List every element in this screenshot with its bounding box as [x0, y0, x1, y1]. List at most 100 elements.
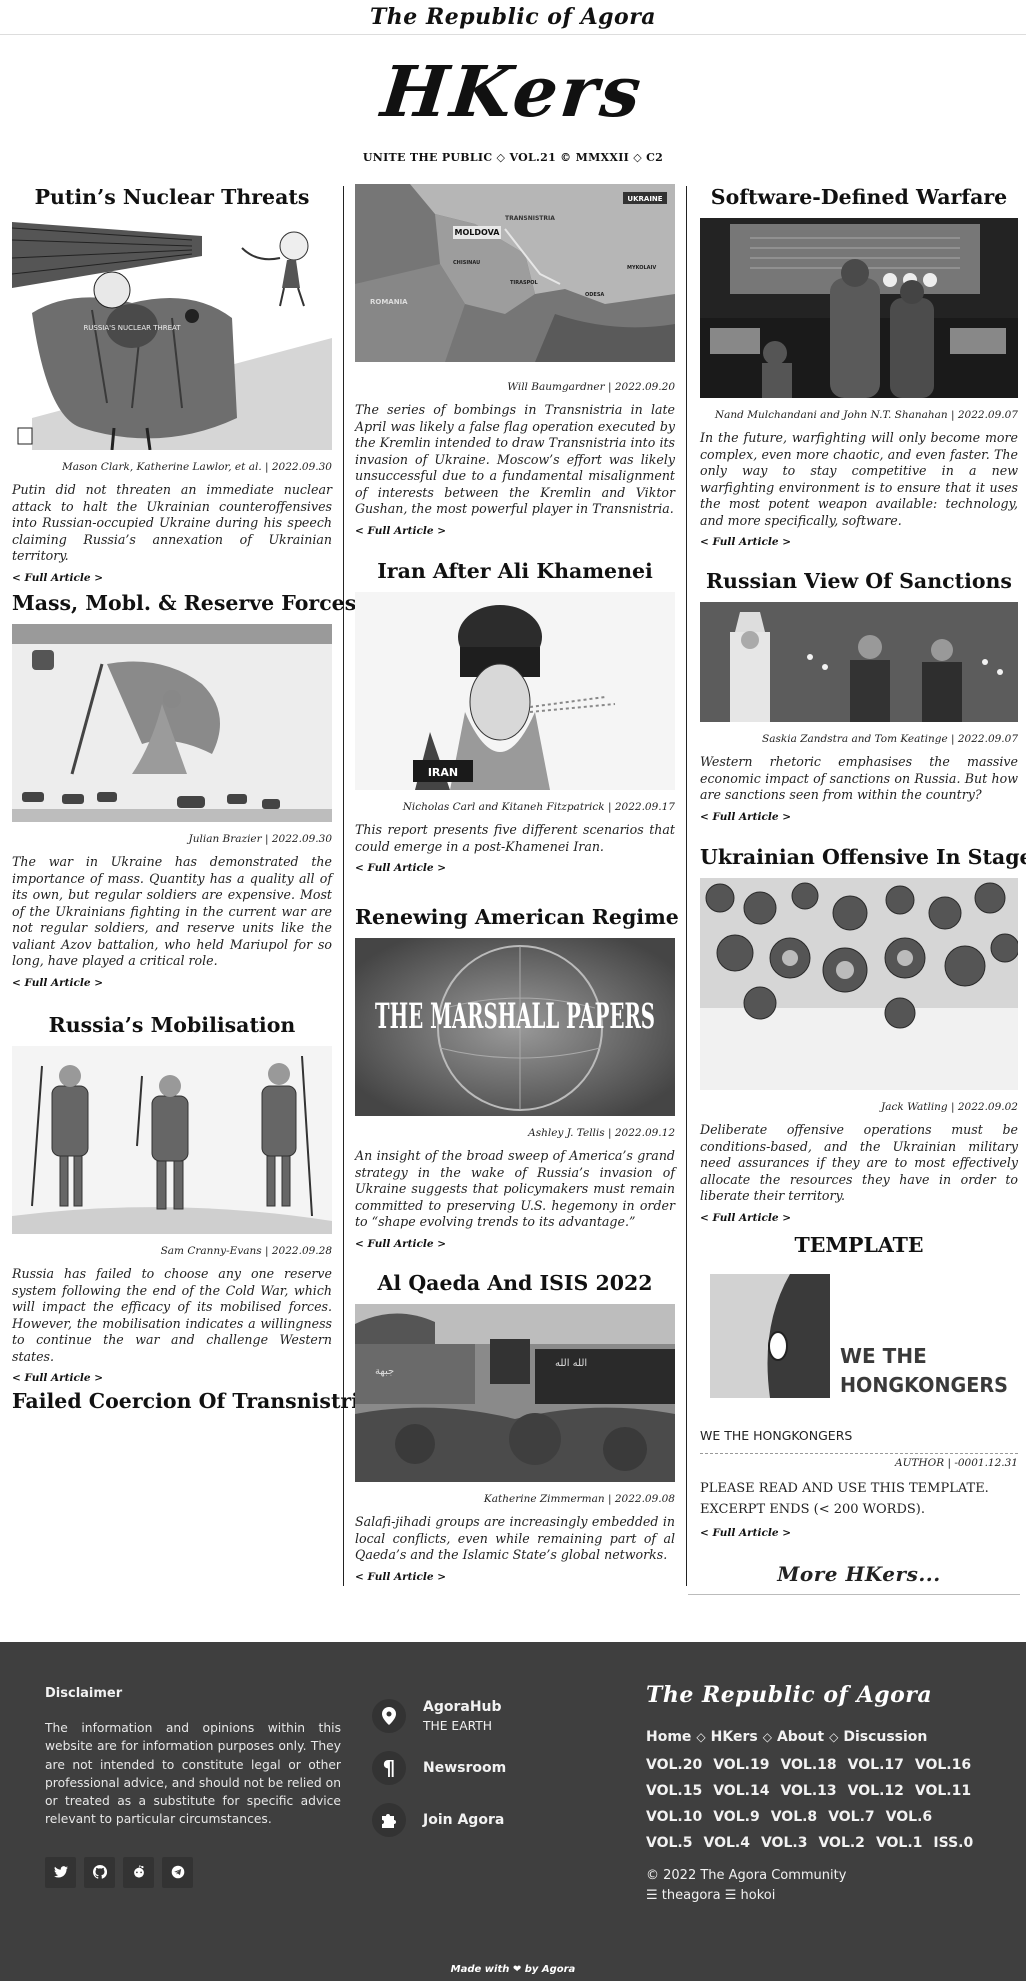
volume-link[interactable]: VOL.8: [771, 1804, 817, 1830]
github-icon[interactable]: [84, 1856, 115, 1888]
volume-link[interactable]: VOL.6: [886, 1804, 932, 1830]
full-article-link[interactable]: < Full Article >: [700, 1526, 1018, 1540]
volume-link[interactable]: VOL.20: [646, 1752, 702, 1778]
telegram-icon[interactable]: [162, 1856, 193, 1888]
social-handles[interactable]: ☰ theagora ☰ hokoi: [646, 1886, 991, 1906]
full-article-link[interactable]: < Full Article >: [700, 535, 1018, 549]
article-title[interactable]: Mass, Mobl. & Reserve Forces: [12, 590, 356, 616]
volume-link[interactable]: VOL.4: [703, 1830, 749, 1856]
volume-link[interactable]: VOL.15: [646, 1778, 702, 1804]
article-title[interactable]: Al Qaeda And ISIS 2022: [355, 1270, 675, 1296]
article-image[interactable]: [700, 602, 1018, 722]
article-image[interactable]: THE MARSHALL PAPERS: [355, 938, 675, 1116]
template-excerpt-line: PLEASE READ AND USE THIS TEMPLATE.: [700, 1481, 989, 1496]
footer-link-agorahub[interactable]: AgoraHub THE EARTH: [372, 1690, 612, 1742]
cartoon-caption: IRAN: [428, 766, 458, 779]
nav-home[interactable]: Home: [646, 1729, 691, 1745]
disclaimer-text: The information and opinions within this…: [45, 1721, 341, 1827]
volume-link[interactable]: VOL.17: [848, 1752, 904, 1778]
volume-link[interactable]: VOL.10: [646, 1804, 702, 1830]
nav-hkers[interactable]: HKers: [711, 1729, 758, 1745]
article-image[interactable]: WE THE HONGKONGERS: [700, 1266, 1018, 1416]
footer-link-join[interactable]: Join Agora: [372, 1794, 612, 1846]
volume-link[interactable]: VOL.13: [780, 1778, 836, 1804]
volume-link[interactable]: VOL.7: [828, 1804, 874, 1830]
full-article-link[interactable]: < Full Article >: [355, 1237, 675, 1251]
article-card: Renewing American Regime THE MARSHALL PA…: [355, 904, 679, 1251]
footer-link-newsroom[interactable]: ¶ Newsroom: [372, 1742, 612, 1794]
map-label: TIRASPOL: [510, 280, 539, 286]
volume-link[interactable]: VOL.16: [915, 1752, 971, 1778]
footer-disclaimer: Disclaimer The information and opinions …: [45, 1686, 341, 1888]
article-title[interactable]: Russia’s Mobilisation: [12, 1012, 332, 1038]
nav-discussion[interactable]: Discussion: [843, 1729, 927, 1745]
full-article-link[interactable]: < Full Article >: [355, 524, 675, 538]
soldiers-illustration-image: [12, 1046, 332, 1234]
volume-link[interactable]: VOL.3: [761, 1830, 807, 1856]
article-title[interactable]: Putin’s Nuclear Threats: [12, 184, 332, 210]
full-article-link[interactable]: < Full Article >: [355, 861, 675, 875]
twitter-icon[interactable]: [45, 1856, 76, 1888]
full-article-link[interactable]: < Full Article >: [12, 976, 332, 990]
article-image[interactable]: الله الله جبهة: [355, 1304, 675, 1482]
svg-text:الله الله: الله الله: [555, 1358, 587, 1369]
kremlin-meeting-image: [700, 602, 1018, 722]
nav-about[interactable]: About: [777, 1729, 824, 1745]
article-image[interactable]: [12, 1046, 332, 1234]
map-label: TRANSNISTRIA: [505, 215, 555, 222]
full-article-link[interactable]: < Full Article >: [12, 571, 332, 585]
full-article-link[interactable]: < Full Article >: [12, 1371, 332, 1385]
logo-text-line2: HONGKONGERS: [840, 1373, 1008, 1397]
volume-link[interactable]: VOL.12: [848, 1778, 904, 1804]
article-card: Russian View Of Sanctions Saskia Zandstr…: [700, 568, 1018, 824]
map-label: UKRAINE: [627, 195, 662, 203]
volume-link[interactable]: VOL.19: [713, 1752, 769, 1778]
article-image[interactable]: [700, 218, 1018, 398]
article-title[interactable]: Renewing American Regime: [355, 904, 679, 930]
cartoon-caption: RUSSIA'S NUCLEAR THREAT: [83, 324, 181, 332]
more-hkers-link[interactable]: More HKers...: [700, 1562, 1018, 1586]
article-image[interactable]: IRAN: [355, 592, 675, 790]
made-with-credit: Made with ❤ by Agora: [450, 1964, 576, 1975]
article-card: Mass, Mobl. & Reserve Forces Julian Braz…: [12, 590, 356, 990]
volume-link[interactable]: VOL.9: [713, 1804, 759, 1830]
article-card: Iran After Ali Khamenei IRAN Nicholas Ca…: [355, 558, 675, 875]
article-card: Al Qaeda And ISIS 2022 الله الله جبهة Kat…: [355, 1270, 675, 1584]
puzzle-icon: [372, 1803, 406, 1837]
article-image[interactable]: [700, 878, 1018, 1090]
volume-link[interactable]: VOL.18: [780, 1752, 836, 1778]
copyright: © 2022 The Agora Community: [646, 1868, 847, 1883]
footer-brand-title[interactable]: The Republic of Agora: [646, 1682, 991, 1708]
article-title[interactable]: Iran After Ali Khamenei: [355, 558, 675, 584]
svg-text:جبهة: جبهة: [375, 1366, 394, 1377]
footer-link-sub: THE EARTH: [423, 1719, 493, 1733]
article-card: Ukrainian Offensive In Stages Jack Watli…: [700, 844, 1026, 1225]
map-label: MOLDOVA: [455, 228, 501, 237]
nav-separator: ◇: [762, 1730, 772, 1744]
social-links: [45, 1856, 341, 1888]
volume-link[interactable]: VOL.5: [646, 1830, 692, 1856]
article-image[interactable]: RUSSIA'S NUCLEAR THREAT: [12, 218, 332, 450]
article-byline: Nicholas Carl and Kitaneh Fitzpatrick | …: [402, 801, 675, 813]
full-article-link[interactable]: < Full Article >: [700, 1211, 1018, 1225]
article-title[interactable]: Ukrainian Offensive In Stages: [700, 844, 1026, 870]
volume-link[interactable]: VOL.2: [818, 1830, 864, 1856]
full-article-link[interactable]: < Full Article >: [700, 810, 1018, 824]
al-qaeda-isis-image: الله الله جبهة: [355, 1304, 675, 1482]
volume-link[interactable]: VOL.11: [915, 1778, 971, 1804]
article-title[interactable]: Software-Defined Warfare: [700, 184, 1018, 210]
volume-link[interactable]: ISS.0: [933, 1830, 973, 1856]
article-title[interactable]: Failed Coercion Of Transnistria: [12, 1388, 372, 1414]
article-title[interactable]: Russian View Of Sanctions: [700, 568, 1018, 594]
article-image[interactable]: UKRAINE MOLDOVA ROMANIA TRANSNISTRIA CHI…: [355, 184, 675, 362]
article-card: Russia’s Mobilisation Sam Cranny-Evans |…: [12, 1012, 332, 1385]
volume-link[interactable]: VOL.14: [713, 1778, 769, 1804]
topbar-site-title[interactable]: The Republic of Agora: [370, 4, 656, 30]
article-image[interactable]: [12, 624, 332, 822]
full-article-link[interactable]: < Full Article >: [355, 1570, 675, 1584]
volume-link[interactable]: VOL.1: [876, 1830, 922, 1856]
reddit-icon[interactable]: [123, 1856, 154, 1888]
article-title[interactable]: TEMPLATE: [700, 1232, 1018, 1258]
masthead-title[interactable]: HKers: [378, 50, 648, 133]
article-byline: Katherine Zimmerman | 2022.09.08: [483, 1493, 675, 1505]
